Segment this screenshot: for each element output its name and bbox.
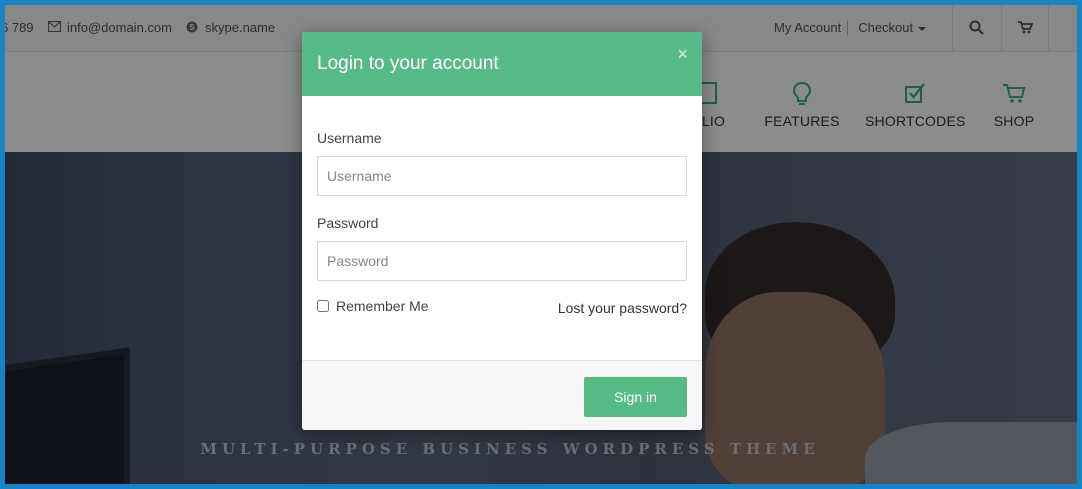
remember-me-checkbox[interactable] bbox=[317, 300, 329, 312]
username-label: Username bbox=[317, 130, 382, 146]
modal-footer: Sign in bbox=[302, 360, 702, 430]
remember-me[interactable]: Remember Me bbox=[317, 298, 429, 314]
username-input[interactable] bbox=[317, 156, 687, 196]
remember-me-label: Remember Me bbox=[336, 298, 429, 314]
login-modal: Login to your account × Username Passwor… bbox=[302, 32, 702, 430]
password-input[interactable] bbox=[317, 241, 687, 281]
modal-body: Username Password Remember Me Lost your … bbox=[302, 96, 702, 360]
page-frame: 6 789 info@domain.com S skype.name My Ac… bbox=[5, 5, 1077, 484]
lost-password-link[interactable]: Lost your password? bbox=[558, 300, 687, 316]
sign-in-button[interactable]: Sign in bbox=[584, 377, 687, 417]
close-icon[interactable]: × bbox=[677, 44, 688, 65]
modal-title: Login to your account bbox=[317, 53, 499, 74]
password-label: Password bbox=[317, 215, 379, 231]
modal-header: Login to your account × bbox=[302, 32, 702, 96]
